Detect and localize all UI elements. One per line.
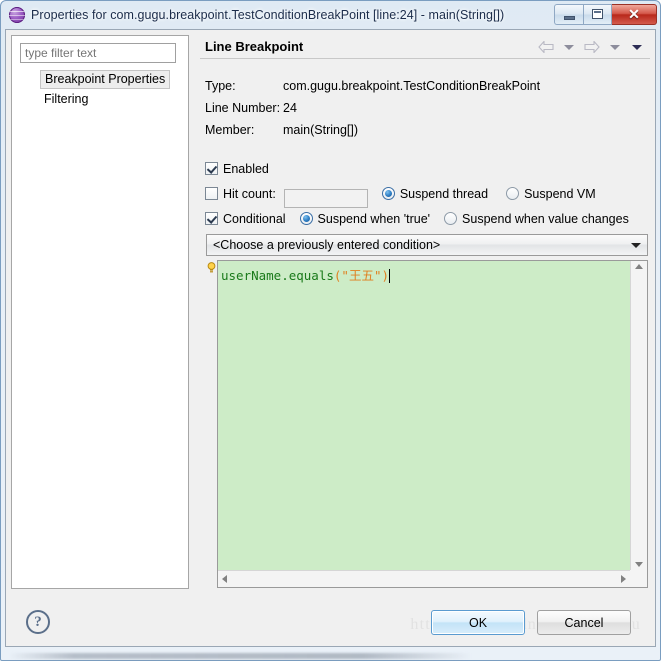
window-title: Properties for com.gugu.breakpoint.TestC… xyxy=(31,8,505,22)
info-row-type: Type: com.gugu.breakpoint.TestConditionBr… xyxy=(205,79,540,93)
radio-icon xyxy=(381,187,395,200)
info-value-type: com.gugu.breakpoint.TestConditionBreakPo… xyxy=(283,79,541,93)
suspend-when-value-changes-label: Suspend when value changes xyxy=(462,212,629,226)
suspend-thread-radio[interactable] xyxy=(381,187,400,201)
dialog-window: Properties for com.gugu.breakpoint.TestC… xyxy=(0,0,661,661)
info-value-member: main(String[]) xyxy=(283,123,359,137)
window-shadow xyxy=(9,653,652,659)
radio-icon xyxy=(444,212,458,225)
suspend-vm-label: Suspend VM xyxy=(524,187,596,201)
page-navigation-bar xyxy=(534,38,648,56)
page-title: Line Breakpoint xyxy=(205,39,304,54)
info-value-line-number: 24 xyxy=(283,101,297,115)
editor-box: userName.equals("王五") xyxy=(217,260,648,588)
suspend-vm-radio[interactable] xyxy=(506,187,524,201)
maximize-button[interactable] xyxy=(583,3,612,25)
info-row-member: Member: main(String[]) xyxy=(205,123,358,137)
filter-input[interactable] xyxy=(20,43,176,63)
enabled-label: Enabled xyxy=(223,162,269,176)
hit-count-row: Hit count: Suspend thread Suspend VM xyxy=(205,187,596,208)
hit-count-checkbox[interactable] xyxy=(205,187,223,201)
tree-row: Breakpoint Properties xyxy=(12,70,188,90)
dialog-client-area: Breakpoint Properties Filtering Line Bre… xyxy=(5,29,656,647)
sidebar-item-filtering[interactable]: Filtering xyxy=(40,90,92,108)
back-menu-chevron-down-icon[interactable] xyxy=(558,38,580,56)
radio-icon xyxy=(299,212,313,225)
condition-combo-value: <Choose a previously entered condition> xyxy=(213,238,441,252)
settings-tree-pane: Breakpoint Properties Filtering xyxy=(11,35,189,589)
chevron-down-icon[interactable] xyxy=(625,242,647,248)
checkbox-icon xyxy=(205,212,218,225)
code-token-close-paren: ) xyxy=(381,268,390,283)
suspend-when-true-radio[interactable] xyxy=(299,212,318,226)
scroll-left-arrow-icon[interactable] xyxy=(222,571,227,587)
conditional-checkbox[interactable] xyxy=(205,212,223,226)
hit-count-input[interactable] xyxy=(283,188,368,208)
info-row-line-number: Line Number: 24 xyxy=(205,101,297,115)
enabled-checkbox[interactable] xyxy=(205,162,223,176)
editor-gutter xyxy=(206,260,217,588)
conditional-row: Conditional Suspend when 'true' Suspend wh… xyxy=(205,212,629,226)
pane-sash[interactable] xyxy=(194,35,198,589)
sidebar-item-breakpoint-properties[interactable]: Breakpoint Properties xyxy=(40,70,171,89)
minimize-button[interactable] xyxy=(554,3,583,25)
info-label-member: Member: xyxy=(205,123,255,137)
forward-menu-chevron-down-icon[interactable] xyxy=(604,38,626,56)
window-controls: ✕ xyxy=(554,3,657,25)
text-caret xyxy=(389,269,391,283)
suspend-when-true-label: Suspend when 'true' xyxy=(317,212,431,226)
condition-history-combo[interactable]: <Choose a previously entered condition> xyxy=(206,234,648,256)
condition-editor: userName.equals("王五") xyxy=(206,260,648,588)
checkbox-icon xyxy=(205,162,218,175)
cancel-button[interactable]: Cancel xyxy=(537,610,631,635)
hit-count-label: Hit count: xyxy=(223,187,276,201)
footer-separator xyxy=(6,595,655,596)
scroll-right-arrow-icon[interactable] xyxy=(621,571,626,587)
settings-tree: Breakpoint Properties Filtering xyxy=(12,70,188,588)
suspend-thread-label: Suspend thread xyxy=(399,187,489,201)
info-label-type: Type: xyxy=(205,79,236,93)
conditional-label: Conditional xyxy=(223,212,286,226)
enabled-row: Enabled xyxy=(205,162,269,176)
forward-arrow-icon[interactable] xyxy=(580,38,604,56)
minimize-icon xyxy=(563,15,575,20)
maximize-icon xyxy=(592,9,603,19)
suspend-when-value-changes-radio[interactable] xyxy=(444,212,462,226)
scroll-down-arrow-icon[interactable] xyxy=(631,562,647,567)
editor-vertical-scrollbar[interactable] xyxy=(630,261,647,570)
breakpoint-properties-page: Line Breakpoint Type: com.gugu.breakpoin… xyxy=(200,35,650,589)
info-label-line-number: Line Number: xyxy=(205,101,281,115)
back-arrow-icon[interactable] xyxy=(534,38,558,56)
scroll-up-arrow-icon[interactable] xyxy=(631,264,647,269)
ok-button[interactable]: OK xyxy=(431,610,525,635)
lightbulb-icon[interactable] xyxy=(207,262,216,274)
scrollbar-corner xyxy=(630,570,647,587)
code-token-identifier: userName.equals xyxy=(221,268,334,283)
tree-row: Filtering xyxy=(12,90,188,109)
close-icon: ✕ xyxy=(628,6,640,22)
title-bar: Properties for com.gugu.breakpoint.TestC… xyxy=(1,1,660,29)
close-button[interactable]: ✕ xyxy=(612,3,657,25)
view-menu-chevron-down-icon[interactable] xyxy=(626,38,648,56)
help-button[interactable]: ? xyxy=(26,610,50,634)
code-token-string: "王五" xyxy=(341,268,382,283)
title-separator xyxy=(200,58,650,59)
eclipse-globe-icon xyxy=(9,7,25,23)
editor-horizontal-scrollbar[interactable] xyxy=(218,570,630,587)
radio-icon xyxy=(506,187,520,200)
condition-code-area[interactable]: userName.equals("王五") xyxy=(218,261,630,570)
checkbox-icon xyxy=(205,187,218,200)
